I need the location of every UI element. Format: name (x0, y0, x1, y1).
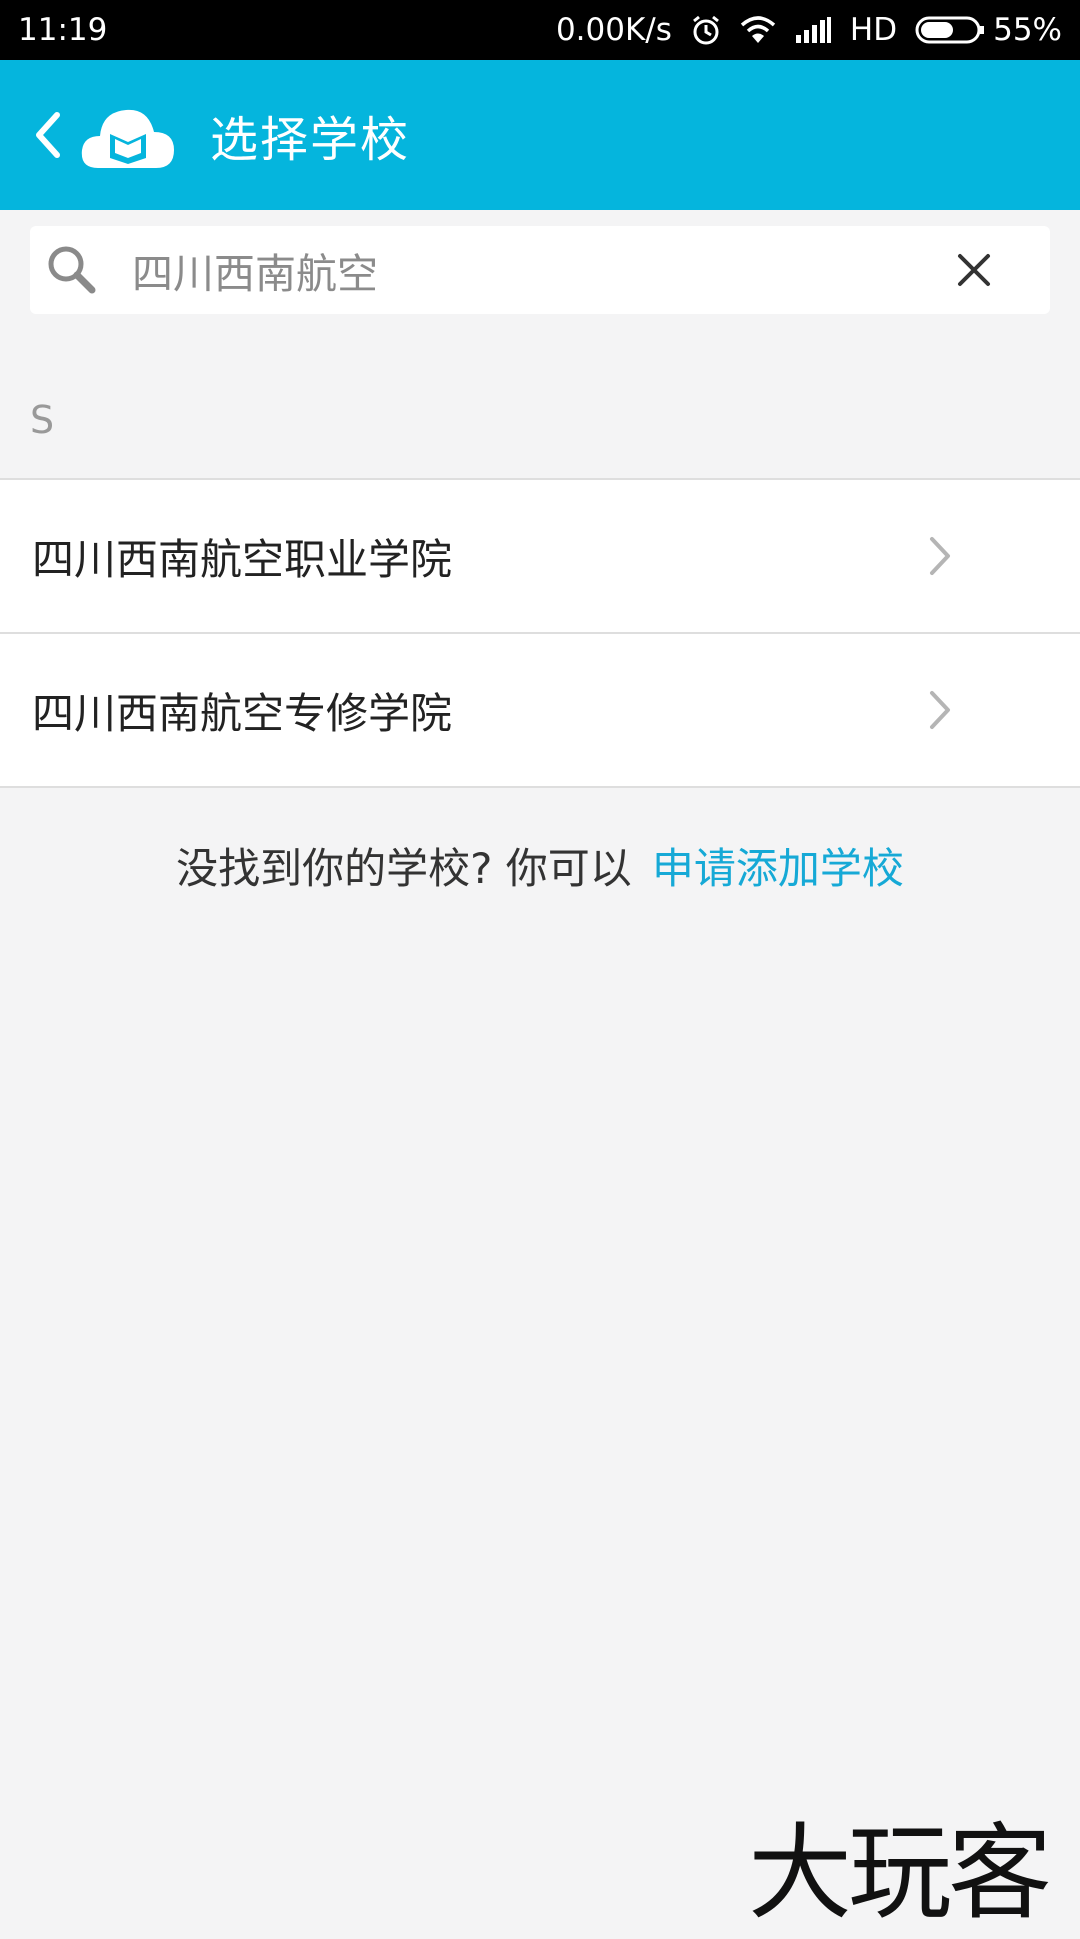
back-button[interactable] (18, 85, 78, 185)
back-icon (36, 112, 60, 158)
status-time: 11:19 (18, 12, 108, 48)
list-item-label: 四川西南航空专修学院 (32, 688, 453, 738)
search-bar (30, 226, 1050, 314)
chevron-right-icon (930, 537, 950, 575)
footer-hint: 没找到你的学校? 你可以 申请添加学校 (0, 835, 1080, 896)
list-item[interactable]: 四川西南航空专修学院 (0, 634, 1080, 788)
net-speed: 0.00K/s (555, 12, 672, 48)
page-title: 选择学校 (210, 112, 411, 168)
battery: 55% (915, 12, 1062, 48)
battery-icon (915, 16, 985, 44)
network-type: HD (849, 12, 898, 48)
list-item-label: 四川西南航空职业学院 (32, 534, 453, 584)
status-indicators: 0.00K/s HD 55% (556, 12, 1062, 48)
school-list: 四川西南航空职业学院 四川西南航空专修学院 (0, 478, 1080, 788)
list-item[interactable]: 四川西南航空职业学院 (0, 480, 1080, 634)
apply-add-school-link[interactable]: 申请添加学校 (652, 844, 904, 893)
wifi-icon (740, 15, 776, 45)
chevron-right-icon (930, 691, 950, 729)
footer-hint-text: 没找到你的学校? 你可以 (176, 844, 632, 893)
signal-icon (794, 17, 832, 43)
app-logo-icon (81, 109, 174, 168)
clear-icon[interactable] (954, 250, 994, 290)
app-bar: 选择学校 (0, 60, 1080, 210)
battery-level: 55% (993, 12, 1062, 48)
section-letter: S (30, 398, 55, 442)
status-bar: 11:19 0.00K/s HD 55% (0, 0, 1080, 60)
alarm-icon (690, 14, 722, 46)
search-input[interactable] (132, 246, 954, 294)
search-icon (48, 246, 96, 294)
watermark: 大玩客 (748, 1812, 1052, 1934)
